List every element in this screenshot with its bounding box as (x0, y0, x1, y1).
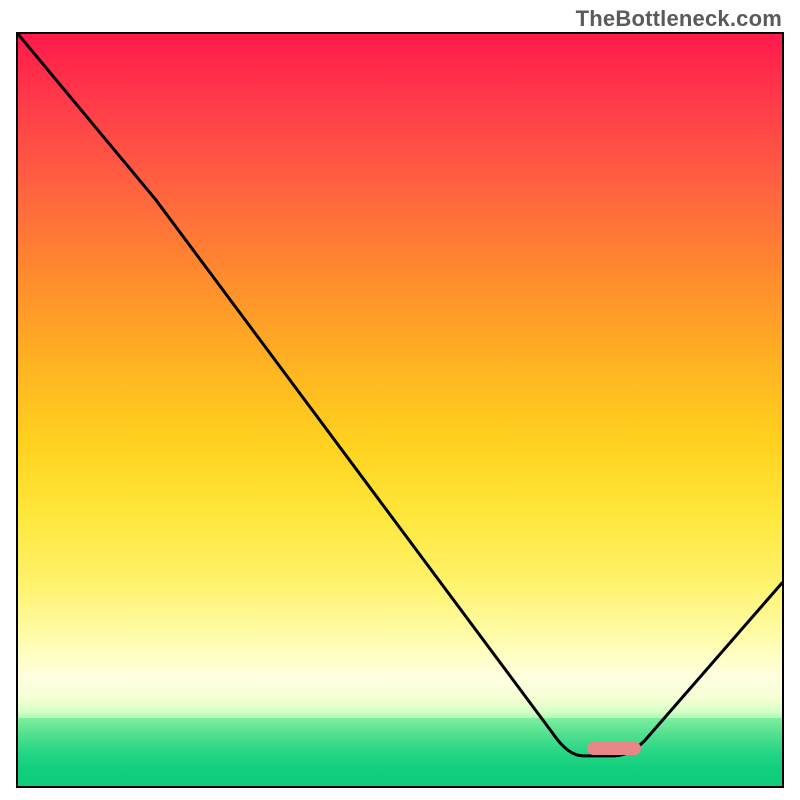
attribution-text: TheBottleneck.com (576, 6, 782, 32)
optimal-marker (587, 742, 640, 755)
bottleneck-curve (18, 34, 782, 786)
chart-frame (16, 32, 784, 788)
